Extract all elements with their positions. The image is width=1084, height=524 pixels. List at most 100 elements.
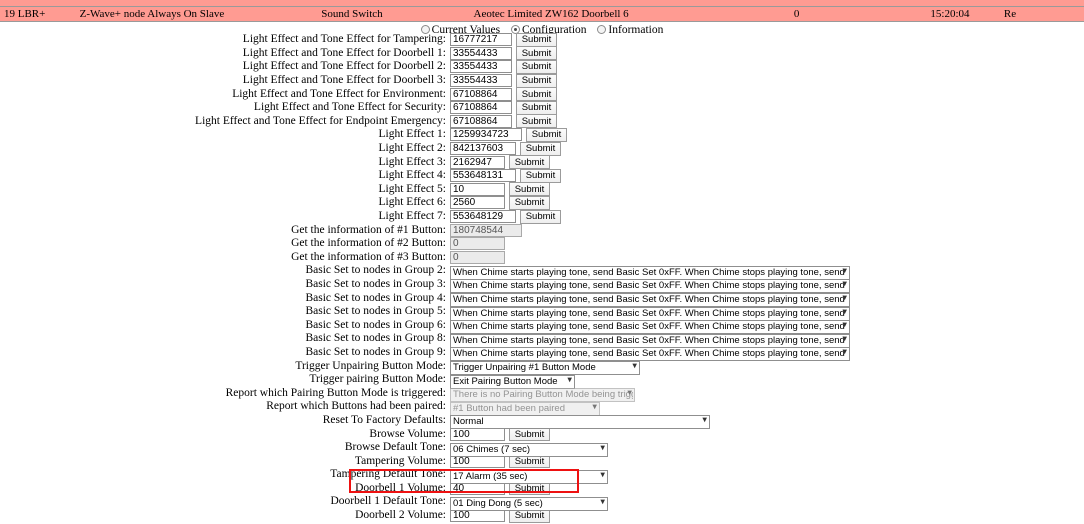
form-row-light-effect-3: Light Effect 3: Submit	[0, 155, 1084, 170]
field-label: Light Effect 7:	[378, 210, 447, 223]
field-control: Submit	[450, 127, 567, 142]
field-label: Doorbell 1 Default Tone:	[330, 495, 446, 508]
browse-default-tone-select[interactable]: 06 Chimes (7 sec)	[450, 442, 608, 457]
field-control: Submit	[450, 155, 550, 170]
light-tone-endpoint-emergency-input[interactable]	[450, 114, 512, 128]
cell-product: Aeotec Limited ZW162 Doorbell 6	[469, 6, 790, 22]
form-row-light-effect-5: Light Effect 5: Submit	[0, 182, 1084, 197]
field-label: Light Effect and Tone Effect for Doorbel…	[242, 60, 446, 73]
submit-button[interactable]: Submit	[509, 195, 550, 210]
table-row[interactable]: 19 LBR+ Z-Wave+ node Always On Slave Sou…	[0, 6, 1084, 22]
submit-button[interactable]: Submit	[516, 59, 557, 74]
field-control: Submit	[450, 59, 557, 74]
field-label: Basic Set to nodes in Group 8:	[305, 332, 446, 345]
submit-button[interactable]: Submit	[520, 209, 561, 224]
reset-to-factory-defaults-select[interactable]: Normal	[450, 415, 710, 430]
form-row-light-tone-0: Light Effect and Tone Effect for Tamperi…	[0, 32, 1084, 47]
field-label: Tampering Volume:	[354, 454, 446, 467]
cell-status: Re	[999, 6, 1084, 22]
node-table: 19 LBR+ Z-Wave+ node Always On Slave Sou…	[0, 0, 1084, 22]
field-control: 01 Ding Dong (5 sec)	[450, 493, 608, 511]
light-tone-doorbell1-input[interactable]	[450, 46, 512, 60]
submit-button[interactable]: Submit	[516, 46, 557, 61]
dropdown-wrapper: 17 Alarm (35 sec)	[450, 466, 608, 484]
field-control: Submit	[450, 46, 557, 61]
tampering-default-tone-select[interactable]: 17 Alarm (35 sec)	[450, 469, 608, 484]
submit-button[interactable]: Submit	[516, 87, 557, 102]
form-row-light-effect-4: Light Effect 4: Submit	[0, 168, 1084, 183]
form-row-doorbell-1-default-tone: Doorbell 1 Default Tone: 01 Ding Dong (5…	[0, 493, 1084, 511]
dropdown-wrapper: 01 Ding Dong (5 sec)	[450, 493, 608, 511]
field-label: Light Effect 6:	[378, 196, 447, 209]
field-control: Submit	[450, 182, 550, 197]
field-label: Basic Set to nodes in Group 6:	[305, 318, 446, 331]
submit-button[interactable]: Submit	[509, 155, 550, 170]
field-control: Submit	[450, 32, 557, 47]
page-root: 19 LBR+ Z-Wave+ node Always On Slave Sou…	[0, 0, 1084, 524]
submit-button[interactable]: Submit	[516, 114, 557, 129]
button-1-info-input	[450, 223, 522, 237]
submit-button[interactable]: Submit	[516, 100, 557, 115]
field-label: Report which Pairing Button Mode is trig…	[225, 386, 446, 399]
form-row-button-info-2: Get the information of #2 Button:	[0, 237, 1084, 251]
field-label: Browse Volume:	[369, 427, 446, 440]
form-row-light-tone-2: Light Effect and Tone Effect for Doorbel…	[0, 59, 1084, 74]
field-label: Light Effect 3:	[378, 155, 447, 168]
form-row-light-tone-5: Light Effect and Tone Effect for Securit…	[0, 100, 1084, 115]
form-row-button-info-1: Get the information of #1 Button:	[0, 223, 1084, 237]
light-effect-4-input[interactable]	[450, 169, 516, 183]
field-label: Basic Set to nodes in Group 9:	[305, 345, 446, 358]
light-effect-1-input[interactable]	[450, 128, 522, 142]
field-label: Basic Set to nodes in Group 2:	[305, 264, 446, 277]
field-label: Light Effect 4:	[378, 169, 447, 182]
submit-button[interactable]: Submit	[516, 32, 557, 47]
form-row-light-tone-1: Light Effect and Tone Effect for Doorbel…	[0, 46, 1084, 61]
form-row-light-effect-2: Light Effect 2: Submit	[0, 141, 1084, 156]
field-control: Submit	[450, 209, 561, 224]
form-row-reset-factory-defaults: Reset To Factory Defaults: Normal	[0, 411, 1084, 430]
light-effect-6-input[interactable]	[450, 196, 505, 210]
cell-time: 15:20:04	[926, 6, 1000, 22]
field-control	[450, 223, 522, 237]
cell-type: Z-Wave+ node Always On Slave	[75, 6, 318, 22]
button-2-info-input	[450, 237, 505, 251]
field-label: Light Effect 2:	[378, 142, 447, 155]
light-tone-doorbell3-input[interactable]	[450, 74, 512, 88]
field-label: Tampering Default Tone:	[330, 468, 446, 481]
field-label: Light Effect and Tone Effect for Endpoin…	[195, 114, 446, 127]
submit-button[interactable]: Submit	[516, 73, 557, 88]
field-control: 06 Chimes (7 sec)	[450, 439, 608, 457]
field-control: Submit	[450, 100, 557, 115]
submit-button[interactable]: Submit	[509, 182, 550, 197]
light-effect-2-input[interactable]	[450, 142, 516, 156]
field-label: Light Effect and Tone Effect for Doorbel…	[242, 74, 446, 87]
doorbell-1-default-tone-select[interactable]: 01 Ding Dong (5 sec)	[450, 496, 608, 511]
dropdown-wrapper: 03 Traditional Apartment Buzzer (10 sec)	[450, 520, 695, 524]
submit-button[interactable]: Submit	[526, 127, 567, 142]
field-label: Doorbell 2 Volume:	[355, 509, 446, 522]
field-label: Browse Default Tone:	[344, 441, 446, 454]
field-control: Normal	[450, 411, 710, 430]
dropdown-wrapper: Normal	[450, 411, 710, 430]
submit-button[interactable]: Submit	[520, 168, 561, 183]
light-effect-3-input[interactable]	[450, 155, 505, 169]
light-tone-doorbell2-input[interactable]	[450, 60, 512, 74]
cell-value: 0	[789, 6, 927, 22]
dropdown-wrapper: 06 Chimes (7 sec)	[450, 439, 608, 457]
light-effect-7-input[interactable]	[450, 210, 516, 224]
field-label: Get the information of #2 Button:	[291, 237, 446, 250]
submit-button[interactable]: Submit	[520, 141, 561, 156]
form-row-light-effect-1: Light Effect 1: Submit	[0, 127, 1084, 142]
field-control: Submit	[450, 141, 561, 156]
light-effect-5-input[interactable]	[450, 182, 505, 196]
field-label: Basic Set to nodes in Group 3:	[305, 277, 446, 290]
form-row-tampering-default-tone: Tampering Default Tone: 17 Alarm (35 sec…	[0, 466, 1084, 484]
light-tone-environment-input[interactable]	[450, 87, 512, 101]
light-tone-security-input[interactable]	[450, 101, 512, 115]
form-row-light-tone-3: Light Effect and Tone Effect for Doorbel…	[0, 73, 1084, 88]
field-control: Submit	[450, 87, 557, 102]
field-control	[450, 237, 505, 251]
light-tone-tampering-input[interactable]	[450, 33, 512, 47]
form-row-light-tone-4: Light Effect and Tone Effect for Environ…	[0, 87, 1084, 102]
form-row-light-effect-7: Light Effect 7: Submit	[0, 209, 1084, 224]
